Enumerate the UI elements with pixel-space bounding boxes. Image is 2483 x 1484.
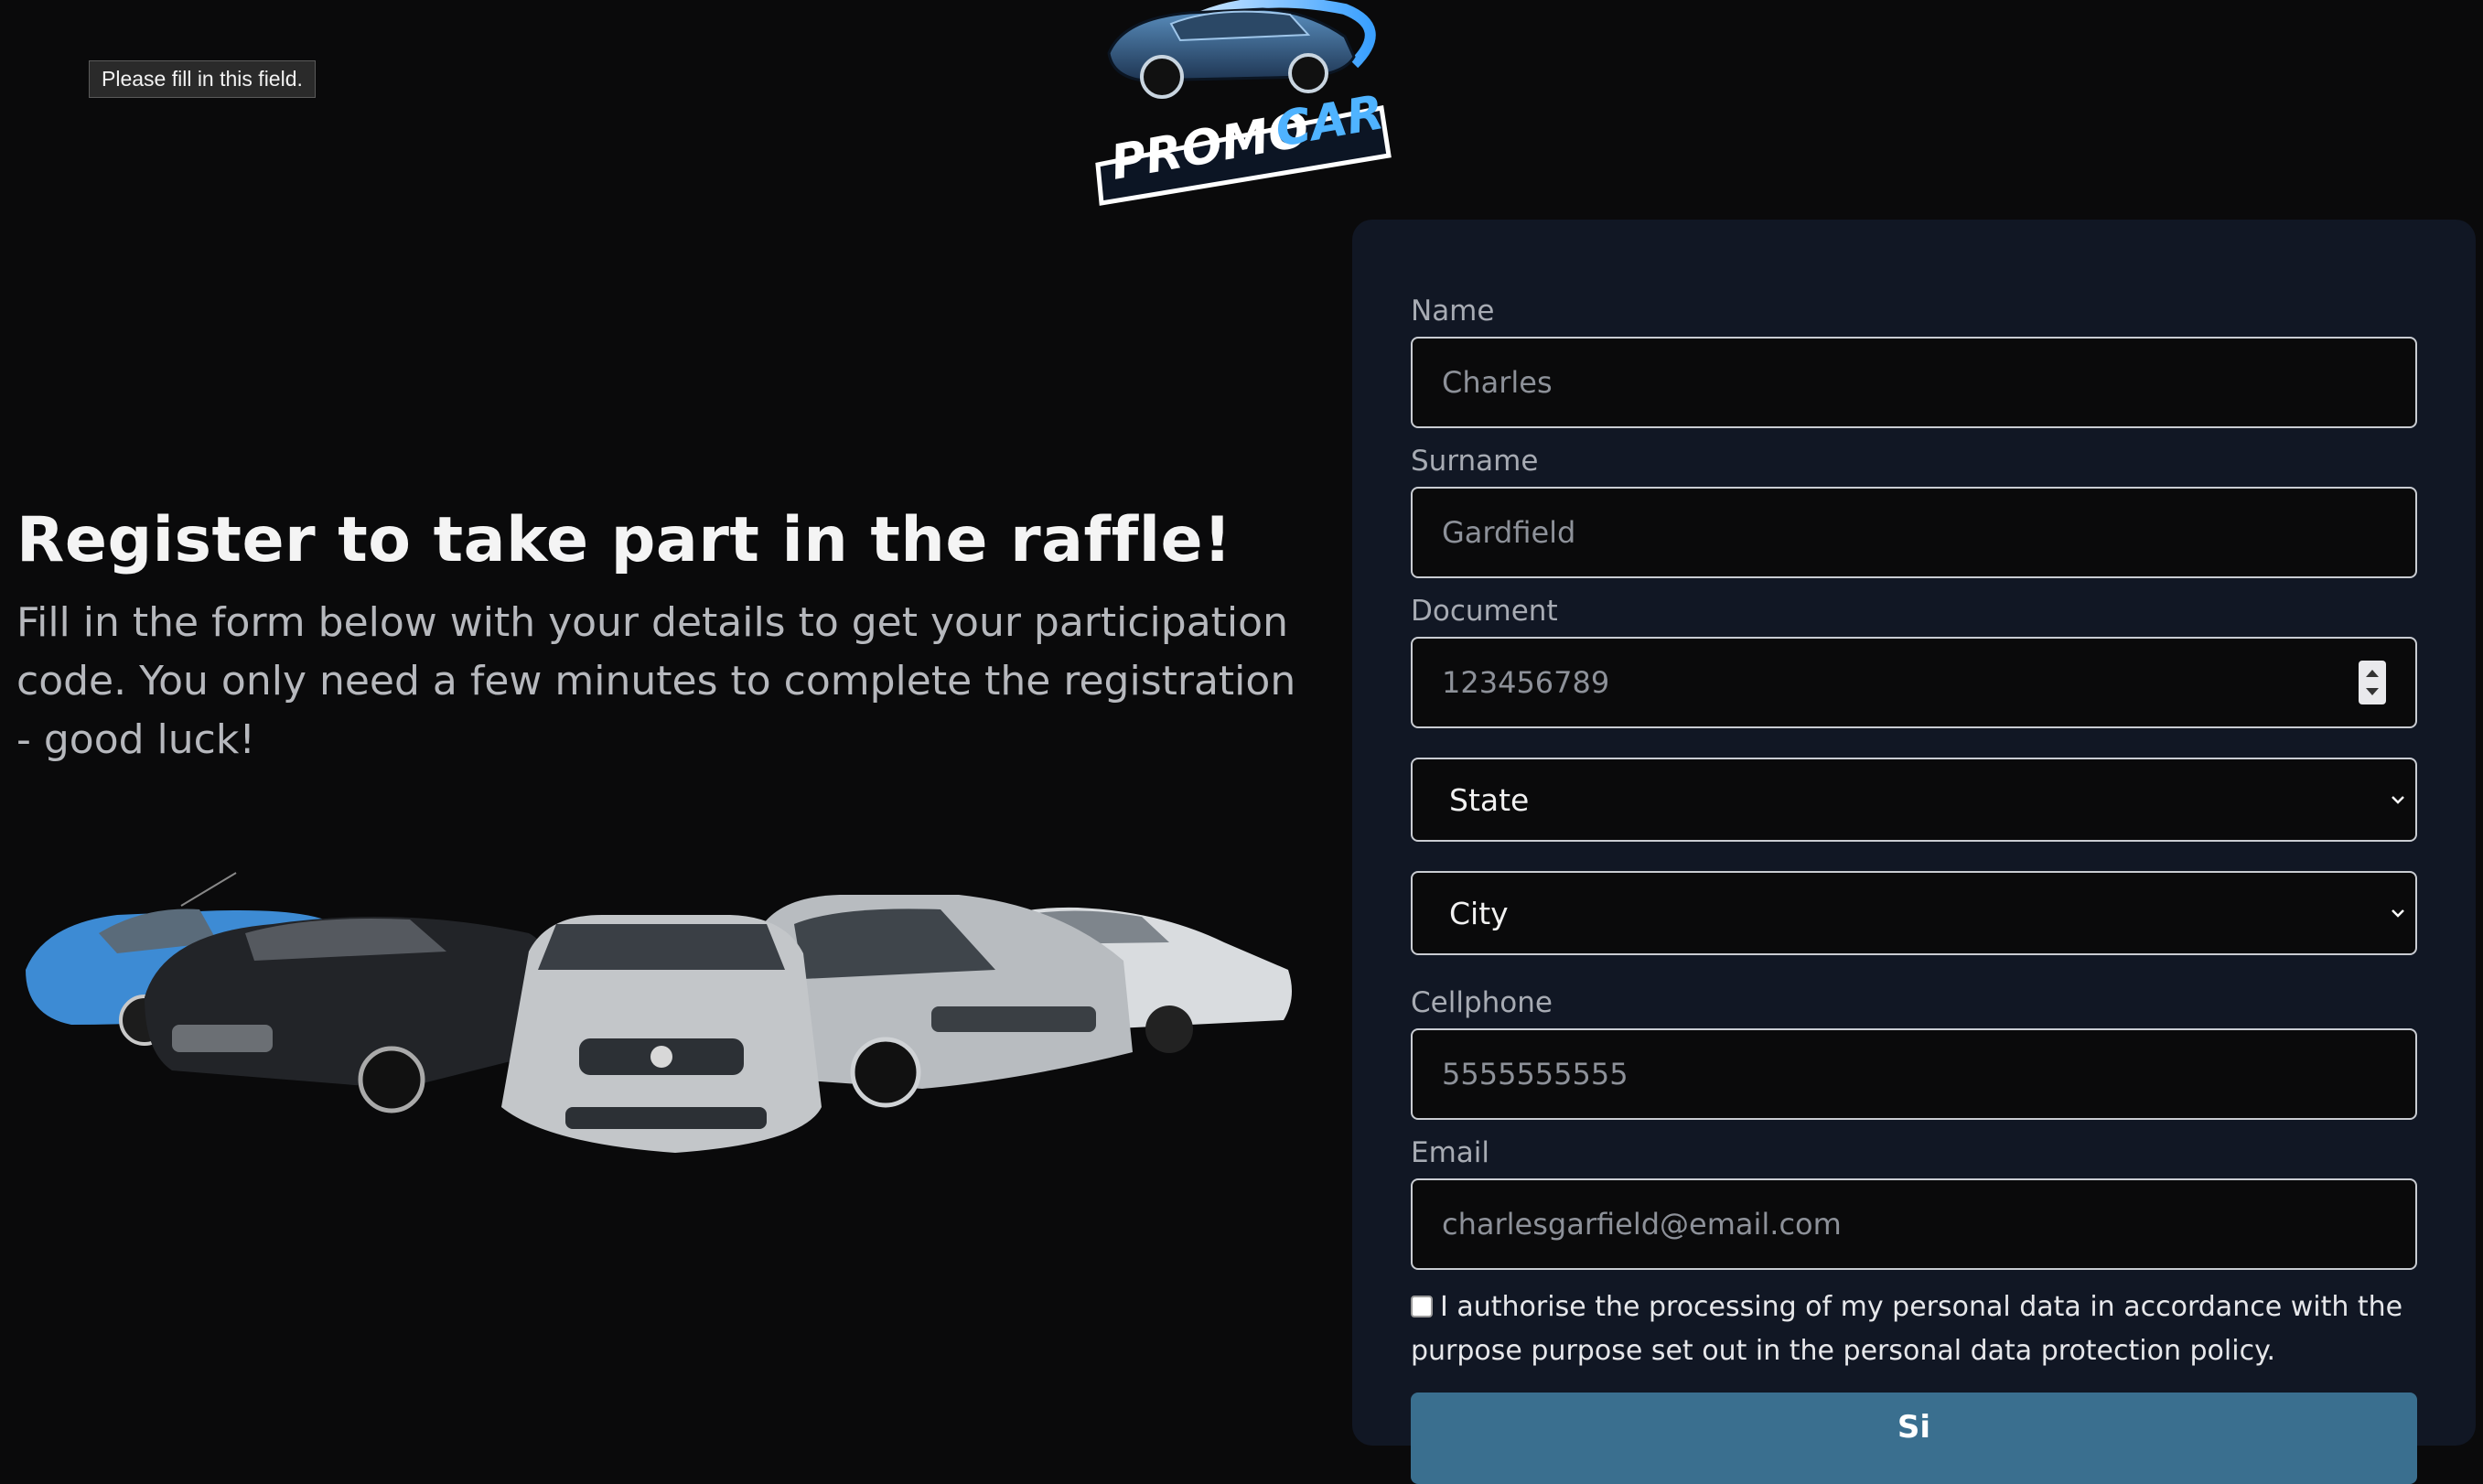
document-value: 123456789 [1442,665,1610,700]
cellphone-value: 5555555555 [1442,1057,1628,1091]
hero-section: Register to take part in the raffle! Fil… [16,499,1316,769]
consent-text: I authorise the processing of my persona… [1411,1291,2403,1367]
name-field[interactable]: Charles [1411,337,2417,428]
submit-button[interactable]: Si [1411,1393,2417,1484]
stepper-arrows-icon[interactable] [2359,661,2386,704]
document-field[interactable]: 123456789 [1411,637,2417,728]
name-label: Name [1411,295,1495,328]
page-subtitle: Fill in the form below with your details… [16,599,1296,763]
state-selected: State [1449,781,1530,818]
promo-car-logo: PROMO CAR [1080,0,1409,210]
validation-tooltip: Please fill in this field. [89,60,316,98]
cellphone-field[interactable]: 5555555555 [1411,1028,2417,1120]
chevron-down-icon [2392,796,2404,804]
state-select[interactable]: State [1411,758,2417,842]
cellphone-label: Cellphone [1411,986,1553,1019]
name-value: Charles [1442,365,1553,400]
cars-illustration [16,869,1306,1180]
surname-field[interactable]: Gardfield [1411,487,2417,578]
consent-row: I authorise the processing of my persona… [1411,1285,2435,1373]
submit-label: Si [1897,1409,1931,1446]
email-label: Email [1411,1136,1490,1169]
silver-sedan-front-image [501,915,822,1153]
city-selected: City [1449,895,1509,931]
consent-checkbox[interactable] [1411,1296,1433,1317]
chevron-down-icon [2392,909,2404,918]
document-label: Document [1411,595,1558,628]
registration-form: Name Charles Surname Gardfield Document … [1352,220,2476,1484]
email-field[interactable]: charlesgarfield@email.com [1411,1178,2417,1270]
surname-label: Surname [1411,445,1539,478]
city-select[interactable]: City [1411,871,2417,955]
black-sedan-image [145,917,554,1113]
email-value: charlesgarfield@email.com [1442,1207,1842,1242]
page-title: Register to take part in the raffle! [16,504,1232,576]
surname-value: Gardfield [1442,515,1576,550]
